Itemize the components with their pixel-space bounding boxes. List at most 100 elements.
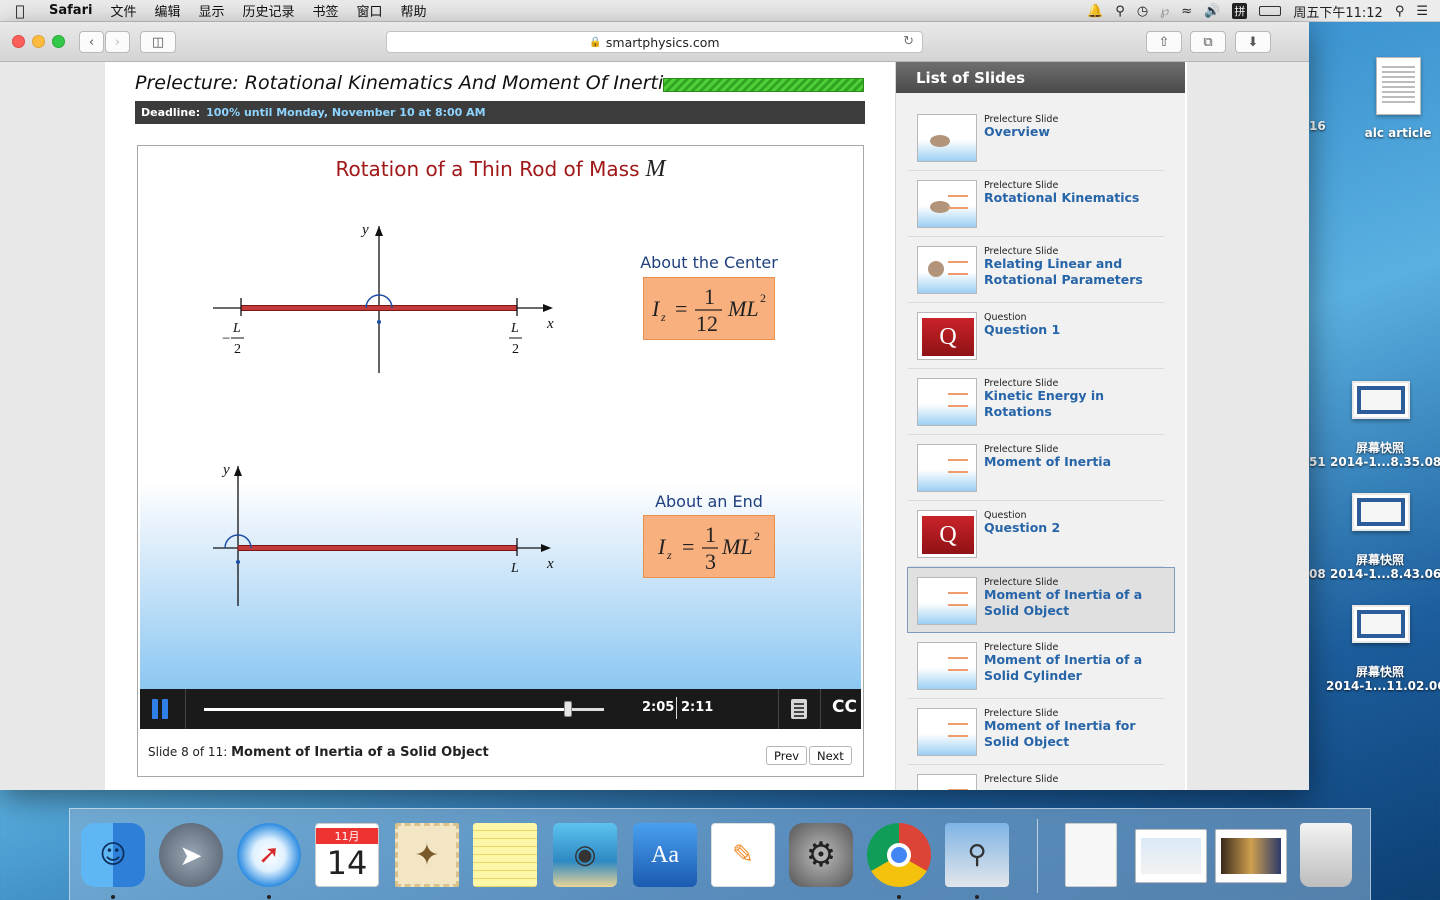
chrome-icon[interactable] xyxy=(867,823,931,887)
minimize-window-button[interactable] xyxy=(32,35,45,48)
slide-list-item[interactable]: Prelecture Slide Rotational Kinematics xyxy=(908,171,1164,237)
rod-end xyxy=(237,545,518,551)
system-preferences-icon[interactable]: ⚙ xyxy=(789,823,853,887)
svg-text:y: y xyxy=(221,462,230,478)
notification-center-icon[interactable]: ☰ xyxy=(1416,4,1428,19)
back-button[interactable]: ‹ xyxy=(79,31,104,53)
web-content: Prelecture: Rotational Kinematics And Mo… xyxy=(0,62,1309,790)
svg-text:L: L xyxy=(232,321,241,336)
seek-bar[interactable] xyxy=(204,701,604,717)
slide-list-item[interactable]: Q Question Question 1 xyxy=(908,303,1164,369)
sidebar-toggle-button[interactable]: ◫ xyxy=(140,31,176,53)
closed-captions-button[interactable]: CC xyxy=(832,697,857,717)
seek-handle[interactable] xyxy=(564,701,572,717)
share-icon: ⇧ xyxy=(1158,34,1170,50)
document-stack-icon[interactable] xyxy=(1065,823,1117,887)
menu-view[interactable]: 显示 xyxy=(189,1,233,20)
calendar-day: 14 xyxy=(326,844,368,882)
preview-icon[interactable]: ⚲ xyxy=(945,823,1009,887)
slide-list-item[interactable]: Prelecture Slide Moment of Inertia xyxy=(908,435,1164,501)
time-machine-icon[interactable]: ◷ xyxy=(1137,4,1148,19)
minimized-window-icon[interactable] xyxy=(1135,829,1207,883)
main-column: Prelecture: Rotational Kinematics And Mo… xyxy=(105,62,895,790)
slide-canvas[interactable]: Rotation of a Thin Rod of Mass M y x − L… xyxy=(140,148,861,689)
thumb-lines xyxy=(948,459,968,473)
slide-list-item[interactable]: Prelecture Slide Moment of Inertia of a S… xyxy=(907,567,1175,633)
magnifier-status-icon[interactable]: ⚲ xyxy=(1115,4,1125,19)
running-indicator xyxy=(975,895,979,899)
next-button[interactable]: Next xyxy=(809,746,852,765)
bluetooth-icon[interactable]: ℘ xyxy=(1160,4,1169,19)
screenshot-file-icon[interactable] xyxy=(1352,493,1410,531)
slide-list-item[interactable]: Prelecture Slide Relating Linear and Rota… xyxy=(908,237,1164,303)
iphoto-icon[interactable]: ◉ xyxy=(553,823,617,887)
calendar-month: 11月 xyxy=(316,828,378,844)
pause-button[interactable] xyxy=(152,699,172,719)
desktop-label-alc-article[interactable]: alc article xyxy=(1358,126,1438,140)
reload-icon[interactable]: ↻ xyxy=(903,34,914,49)
downloads-button[interactable]: ⬇ xyxy=(1235,31,1271,53)
dictionary-icon[interactable]: Aa xyxy=(633,823,697,887)
formula-center: I z = 1 12 ML 2 xyxy=(643,277,775,340)
wifi-icon[interactable]: ≈ xyxy=(1181,4,1192,19)
minimized-window-icon[interactable] xyxy=(1215,829,1287,883)
rod-center xyxy=(240,305,518,311)
thumb-shape xyxy=(930,135,950,147)
finder-icon[interactable]: ☺ xyxy=(81,823,145,887)
menu-app-name[interactable]: Safari xyxy=(40,3,101,18)
safari-icon[interactable]: ➚ xyxy=(237,823,301,887)
menu-bookmarks[interactable]: 书签 xyxy=(304,1,348,20)
slide-list-item[interactable]: Prelecture Slide Overview xyxy=(908,105,1164,171)
notes-icon[interactable] xyxy=(473,823,537,887)
menu-help[interactable]: 帮助 xyxy=(392,1,436,20)
desktop-label-screenshot-3a[interactable]: 屏幕快照 xyxy=(1340,663,1420,680)
forward-button[interactable]: › xyxy=(105,31,130,53)
battery-icon[interactable] xyxy=(1259,6,1282,16)
address-bar[interactable]: 🔒 smartphysics.com ↻ xyxy=(386,31,923,53)
slide-list-item[interactable]: Prelecture Slide Kinetic Energy in Rotati… xyxy=(908,369,1164,435)
menu-file[interactable]: 文件 xyxy=(101,1,145,20)
clock-text[interactable]: 周五下午11:12 xyxy=(1293,2,1382,21)
chevron-right-icon: › xyxy=(114,34,121,50)
pages-icon[interactable]: ✎ xyxy=(711,823,775,887)
slide-list-item[interactable]: Q Question Question 2 xyxy=(908,501,1164,567)
zoom-window-button[interactable] xyxy=(52,35,65,48)
page-container: Prelecture: Rotational Kinematics And Mo… xyxy=(105,62,1187,790)
desktop-label-screenshot-1a[interactable]: 屏幕快照 xyxy=(1340,439,1420,456)
transcript-icon[interactable] xyxy=(791,699,807,719)
slide-list-item[interactable]: Prelecture Slide xyxy=(908,765,1164,790)
thumb-background xyxy=(918,470,976,491)
prev-button[interactable]: Prev xyxy=(766,746,808,765)
desktop-label-screenshot-2a[interactable]: 屏幕快照 xyxy=(1340,551,1420,568)
trash-icon[interactable] xyxy=(1300,823,1352,887)
screenshot-file-icon[interactable] xyxy=(1352,605,1410,643)
tabs-overview-button[interactable]: ⧉ xyxy=(1190,31,1226,53)
slide-list-item[interactable]: Prelecture Slide Moment of Inertia of a S… xyxy=(908,633,1164,699)
desktop-label-screenshot-1b[interactable]: 2014-1...8.35.08 xyxy=(1330,455,1440,469)
document-icon[interactable] xyxy=(1376,57,1421,115)
screenshot-file-icon[interactable] xyxy=(1352,381,1410,419)
mail-stamp-icon[interactable]: ✦ xyxy=(395,823,459,887)
svg-text:L: L xyxy=(510,561,519,576)
share-button[interactable]: ⇧ xyxy=(1146,31,1182,53)
svg-text:ML: ML xyxy=(721,534,753,559)
menu-history[interactable]: 历史记录 xyxy=(233,1,303,20)
launchpad-icon[interactable]: ➤ xyxy=(159,823,223,887)
svg-text:3: 3 xyxy=(705,549,716,574)
slide-list-item[interactable]: Prelecture Slide Moment of Inertia for So… xyxy=(908,699,1164,765)
slides-sidebar: List of Slides Prelecture Slide Overview P… xyxy=(895,62,1185,790)
close-window-button[interactable] xyxy=(12,35,25,48)
desktop-label-screenshot-3b[interactable]: 2014-1...11.02.06 xyxy=(1326,679,1440,693)
apple-menu-icon[interactable]:  xyxy=(0,2,40,20)
running-indicator xyxy=(897,895,901,899)
menu-window[interactable]: 窗口 xyxy=(348,1,392,20)
slide-thumbnail xyxy=(917,774,977,790)
spotlight-icon[interactable]: ⚲ xyxy=(1395,4,1405,19)
calendar-icon[interactable]: 11月 14 xyxy=(315,823,379,887)
menu-edit[interactable]: 编辑 xyxy=(145,1,189,20)
thumb-lines xyxy=(948,195,968,209)
desktop-label-screenshot-2b[interactable]: 2014-1...8.43.06 xyxy=(1330,567,1440,581)
input-method-icon[interactable]: 拼 xyxy=(1232,3,1248,19)
notification-bell-icon[interactable]: 🔔 xyxy=(1087,4,1103,19)
volume-icon[interactable]: 🔊 xyxy=(1204,4,1220,19)
